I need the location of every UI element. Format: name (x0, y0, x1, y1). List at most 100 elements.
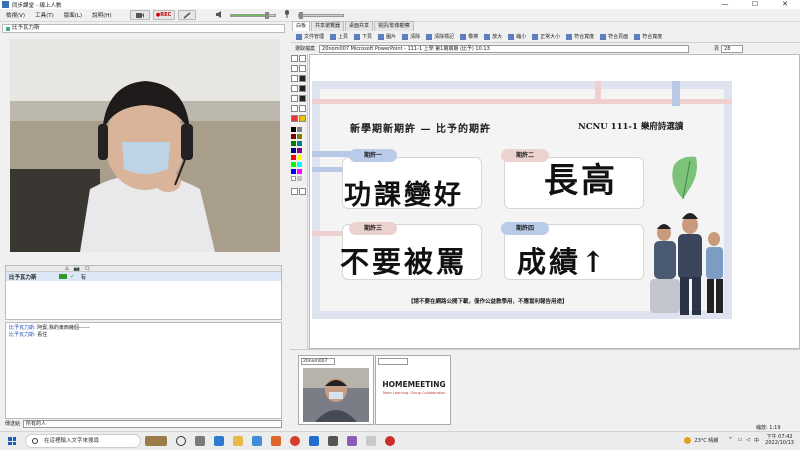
volume-icon[interactable]: ◁ (746, 437, 750, 443)
thumbnail-teacher[interactable]: 20nom007 (298, 355, 374, 425)
fit-width-button-2[interactable]: 符合寬度 (634, 33, 662, 40)
select-tool-icon[interactable] (291, 55, 298, 62)
color-swatch[interactable] (297, 169, 302, 174)
tray-chevron-icon[interactable]: ^ (728, 437, 732, 443)
task-view-icon[interactable] (176, 436, 186, 446)
minimize-button[interactable]: — (710, 0, 740, 9)
powerpoint-icon[interactable] (385, 436, 395, 446)
color-swatch[interactable] (291, 141, 296, 146)
pointer-tool-icon[interactable] (299, 115, 306, 122)
clock[interactable]: 下午 07:42 2022/10/13 (765, 434, 794, 446)
ellipse-tool-icon[interactable] (291, 85, 298, 92)
deer-widget-icon[interactable] (145, 436, 167, 446)
file-explorer-icon[interactable] (233, 436, 243, 446)
tab-video-observe[interactable]: 視訊/影像觀察 (374, 21, 414, 31)
tab-desktop-share[interactable]: 桌面共享 (345, 21, 374, 31)
thumbnail-homemeeting[interactable]: HOMEMEETING Team Learning. Group Collabo… (375, 355, 451, 425)
start-button[interactable] (8, 437, 16, 445)
color-picker-icon[interactable] (291, 115, 298, 122)
fit-width-button[interactable]: 符合寬度 (566, 33, 594, 40)
page-number-select[interactable]: 28 (721, 44, 744, 53)
doc-manage-button[interactable]: 文件管理 (296, 33, 324, 40)
next-page-button[interactable]: 下頁 (354, 33, 372, 40)
line-width-thick[interactable] (299, 188, 306, 195)
camera-icon (135, 13, 144, 18)
taskbar-search[interactable]: 在這裡輸入文字來搜尋 (25, 434, 141, 448)
color-swatch[interactable] (291, 134, 296, 139)
text-tool-icon[interactable] (291, 65, 298, 72)
color-swatch[interactable] (291, 176, 296, 181)
menu-help[interactable]: 說明(H) (92, 11, 111, 19)
fill-polygon-tool-icon[interactable] (299, 95, 306, 102)
edge-icon[interactable] (214, 436, 224, 446)
camera-button[interactable] (129, 10, 150, 20)
record-button[interactable]: ●REC (152, 10, 175, 20)
chrome-icon[interactable] (290, 436, 300, 446)
zoom-in-button[interactable]: 放大 (484, 33, 502, 40)
tab-whiteboard[interactable]: 白板 (292, 21, 311, 31)
meeting-app-icon[interactable] (328, 436, 338, 446)
weather-text[interactable]: 23°C 晴朗 (694, 437, 718, 444)
polygon-tool-icon[interactable] (291, 95, 298, 102)
prev-page-button[interactable]: 上頁 (330, 33, 348, 40)
image-button[interactable]: 圖片 (378, 33, 396, 40)
user-list-row[interactable]: 比予瓦力斯 ✓ 有 (6, 272, 281, 281)
firefox-icon[interactable] (271, 436, 281, 446)
close-button[interactable]: ✕ (770, 0, 800, 9)
network-icon[interactable]: ▭ (738, 437, 743, 443)
slide: 新學期新期許 — 比予的期許 NCNU 111-1 樂府詩選讀 期許一 期許二 … (312, 81, 732, 319)
fill-ellipse-tool-icon[interactable] (299, 85, 306, 92)
color-swatch[interactable] (291, 169, 296, 174)
highlighter-tool-icon[interactable] (291, 105, 298, 112)
color-swatch[interactable] (291, 148, 296, 153)
color-swatch[interactable] (297, 148, 302, 153)
tab-shared-browser[interactable]: 共享瀏覽器 (311, 21, 345, 31)
color-swatch[interactable] (297, 134, 302, 139)
ime-icon[interactable]: 中 (754, 437, 759, 444)
word-icon[interactable] (309, 436, 319, 446)
maximize-button[interactable]: ☐ (740, 0, 770, 9)
wish-label-2: 期許二 (501, 149, 549, 162)
color-swatch[interactable] (291, 162, 296, 167)
fit-page-icon (600, 33, 607, 40)
clear-marks-button[interactable]: 清除標記 (426, 33, 454, 40)
color-swatch[interactable] (297, 155, 302, 160)
line-width-thin[interactable] (291, 188, 298, 195)
rect-tool-icon[interactable] (291, 75, 298, 82)
fill-rect-tool-icon[interactable] (299, 75, 306, 82)
leaf-decoration-icon (672, 156, 697, 200)
line-tool-icon[interactable] (299, 65, 306, 72)
color-swatch[interactable] (297, 141, 302, 146)
stamp-tool-icon[interactable] (299, 105, 306, 112)
color-swatch[interactable] (297, 127, 302, 132)
slide-subtitle: NCNU 111-1 樂府詩選讀 (578, 122, 684, 132)
mic-volume-slider[interactable] (297, 11, 344, 19)
widgets-icon[interactable] (195, 436, 205, 446)
thumbnail-source-select[interactable]: 20nom007 (301, 358, 335, 365)
menu-layout[interactable]: 版面(L) (64, 11, 82, 19)
normal-size-button[interactable]: 正常大小 (532, 33, 560, 40)
video-panel-title: 比予瓦力斯 (12, 25, 40, 31)
clear-button[interactable]: 清除 (402, 33, 420, 40)
pen-button[interactable] (177, 10, 196, 20)
pen-tool-icon[interactable] (299, 55, 306, 62)
color-swatch[interactable] (297, 176, 302, 181)
color-swatch[interactable] (291, 127, 296, 132)
mail-icon[interactable] (252, 436, 262, 446)
eraser-button[interactable]: 橡擦 (460, 33, 478, 40)
send-target-select[interactable]: 所有的人 (23, 419, 282, 428)
thumbnail-source-select-2[interactable] (378, 358, 408, 365)
fit-page-button[interactable]: 符合頁面 (600, 33, 628, 40)
color-swatch[interactable] (297, 162, 302, 167)
zoom-out-button[interactable]: 縮小 (508, 33, 526, 40)
menu-view[interactable]: 檢視(V) (6, 11, 25, 19)
app-icon-purple[interactable] (347, 436, 357, 446)
color-swatch[interactable] (291, 155, 296, 160)
file-select-dropdown[interactable]: 20nom007 Microsoft PowerPoint - 111-1 上學… (319, 44, 690, 53)
app-icon-gray[interactable] (366, 436, 376, 446)
speaker-volume-knob[interactable] (264, 11, 269, 19)
user-status-icon (6, 26, 10, 31)
mic-volume-knob[interactable] (298, 11, 303, 19)
speaker-volume-slider[interactable] (229, 11, 276, 19)
menu-tools[interactable]: 工具(T) (35, 11, 54, 19)
